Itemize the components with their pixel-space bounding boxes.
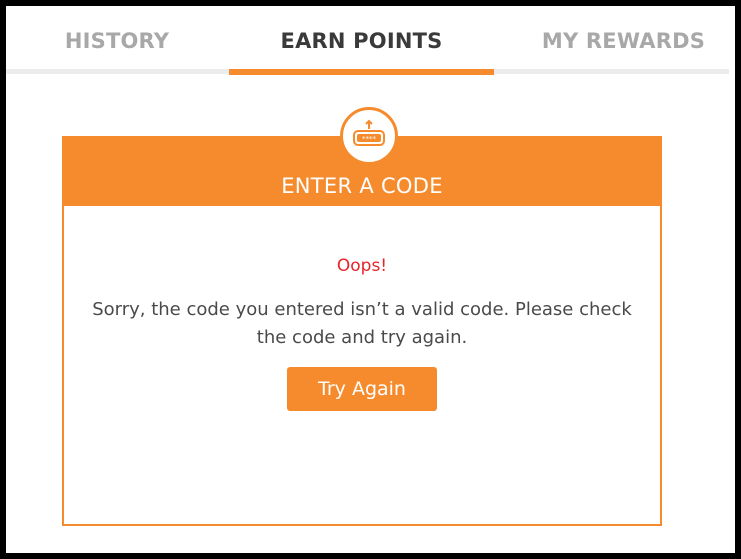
tab-my-rewards[interactable]: MY REWARDS xyxy=(516,6,731,76)
code-entry-icon-graphic: **** xyxy=(353,119,385,146)
tab-earn-points[interactable]: EARN POINTS xyxy=(229,6,494,76)
tab-history[interactable]: HISTORY xyxy=(6,6,228,76)
tab-bar: HISTORY EARN POINTS MY REWARDS xyxy=(6,6,729,76)
code-entry-icon: **** xyxy=(340,107,398,165)
try-again-button[interactable]: Try Again xyxy=(287,367,437,411)
card-title: ENTER A CODE xyxy=(281,174,443,198)
error-message: Sorry, the code you entered isn’t a vali… xyxy=(92,299,632,348)
svg-text:****: **** xyxy=(362,135,377,143)
error-heading: Oops! xyxy=(336,256,388,276)
active-tab-indicator xyxy=(229,69,494,75)
